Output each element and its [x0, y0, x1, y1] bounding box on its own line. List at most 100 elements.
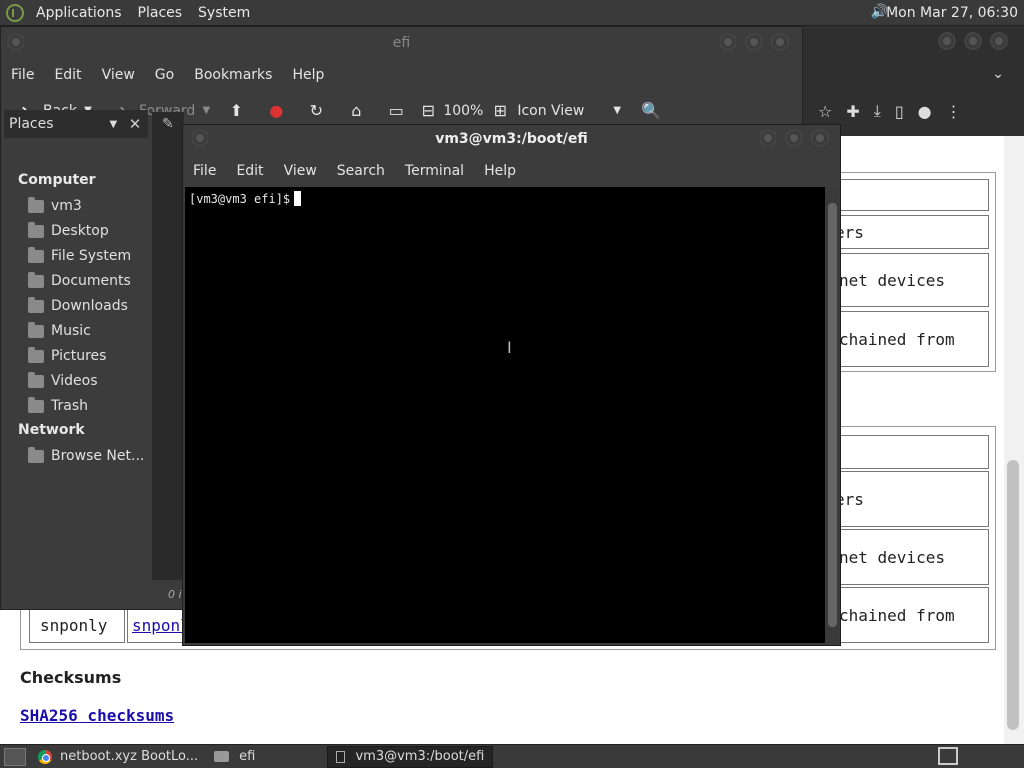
top-panel: Applications Places System 🔊 Mon Mar 27,…	[0, 0, 1024, 26]
menu-view[interactable]: View	[92, 67, 145, 83]
zoom-out-icon[interactable]: ⊟	[417, 100, 439, 122]
menu-file[interactable]: File	[1, 67, 44, 83]
table-cell: chained from	[835, 587, 989, 643]
folder-icon	[214, 751, 230, 762]
minimize-button[interactable]	[719, 33, 737, 51]
edit-location-icon[interactable]: ✎	[162, 116, 174, 132]
trash-icon	[28, 396, 44, 413]
up-icon[interactable]: ⬆	[225, 100, 247, 122]
fm-window-controls	[719, 33, 789, 51]
show-desktop-icon[interactable]	[4, 747, 26, 766]
table-cell: snponly	[29, 607, 125, 643]
file-view-pane[interactable]: ✎	[152, 112, 184, 580]
sidebar-item-vm3[interactable]: vm3	[28, 195, 82, 217]
menu-help[interactable]: Help	[282, 67, 334, 83]
text-cursor	[294, 191, 302, 206]
menu-go[interactable]: Go	[145, 67, 184, 83]
sidebar-item-documents[interactable]: Documents	[28, 270, 131, 292]
search-icon[interactable]: 🔍	[640, 100, 662, 122]
sidebar-item-videos[interactable]: Videos	[28, 370, 98, 392]
clock[interactable]: Mon Mar 27, 06:30	[886, 0, 1018, 26]
menu-terminal[interactable]: Terminal	[395, 163, 474, 179]
chevron-down-icon[interactable]: ⌄	[992, 66, 1004, 82]
system-menu[interactable]: System	[190, 5, 258, 21]
table-cell	[835, 435, 989, 469]
menu-search[interactable]: Search	[327, 163, 395, 179]
sidebar-item-downloads[interactable]: Downloads	[28, 295, 128, 317]
close-button[interactable]	[990, 32, 1008, 50]
sidebar-item-filesystem[interactable]: File System	[28, 245, 131, 267]
window-menu-button[interactable]	[191, 129, 209, 147]
sidebar-item-music[interactable]: Music	[28, 320, 91, 342]
ibeam-cursor-icon: I	[507, 338, 512, 357]
close-icon[interactable]: ✕	[124, 112, 146, 136]
maximize-button[interactable]	[964, 32, 982, 50]
table-cell	[835, 179, 989, 211]
window-menu-button[interactable]	[7, 33, 25, 51]
checksums-heading: Checksums	[20, 668, 122, 687]
sidebar-item-pictures[interactable]: Pictures	[28, 345, 106, 367]
distro-logo-icon[interactable]	[6, 3, 24, 22]
chevron-down-icon: ▼	[109, 118, 118, 130]
folder-icon	[28, 296, 44, 313]
stop-icon[interactable]: ●	[265, 100, 287, 122]
sidepanel-icon[interactable]: ▯	[895, 102, 904, 121]
menu-file[interactable]: File	[183, 163, 226, 179]
computer-heading: Computer	[18, 172, 96, 188]
maximize-button[interactable]	[785, 129, 803, 147]
places-menu[interactable]: Places	[130, 5, 191, 21]
window-title: vm3@vm3:/boot/efi	[435, 131, 588, 147]
menu-edit[interactable]: Edit	[44, 67, 91, 83]
window-title: efi	[1, 27, 802, 59]
drive-icon	[28, 246, 44, 263]
menu-edit[interactable]: Edit	[226, 163, 273, 179]
menu-bookmarks[interactable]: Bookmarks	[184, 67, 282, 83]
computer-icon[interactable]: ▭	[385, 100, 407, 122]
sidebar-item-browse-network[interactable]: Browse Net...	[28, 445, 144, 467]
folder-icon	[28, 271, 44, 288]
star-icon[interactable]: ☆	[818, 102, 832, 121]
terminal-window: vm3@vm3:/boot/efi File Edit View Search …	[182, 124, 841, 646]
table-cell: net devices	[835, 529, 989, 585]
minimize-button[interactable]	[759, 129, 777, 147]
applications-menu[interactable]: Applications	[28, 5, 130, 21]
snponly-link[interactable]: snponl	[127, 607, 190, 643]
sidebar-item-desktop[interactable]: Desktop	[28, 220, 109, 242]
chevron-down-icon[interactable]: ▼	[606, 100, 628, 122]
taskbar-item-terminal[interactable]: vm3@vm3:/boot/efi	[327, 745, 494, 768]
terminal-scrollbar-thumb[interactable]	[828, 203, 837, 627]
view-mode-select[interactable]: Icon View	[517, 103, 584, 119]
reload-icon[interactable]: ↻	[305, 100, 327, 122]
bottom-taskbar: netboot.xyz BootLo... efi vm3@vm3:/boot/…	[0, 744, 1024, 768]
workspace-switcher[interactable]	[938, 747, 958, 765]
table-cell: net devices	[835, 253, 989, 307]
zoom-level: 100%	[443, 103, 484, 119]
maximize-button[interactable]	[745, 33, 763, 51]
profile-icon[interactable]: ●	[918, 102, 932, 121]
page-scrollbar-thumb[interactable]	[1007, 460, 1019, 730]
taskbar-item-browser[interactable]: netboot.xyz BootLo...	[30, 746, 206, 768]
browser-window-controls	[938, 32, 1008, 50]
network-heading: Network	[18, 422, 85, 438]
more-menu-icon[interactable]: ⋮	[946, 102, 962, 121]
home-icon[interactable]: ⌂	[345, 100, 367, 122]
close-button[interactable]	[771, 33, 789, 51]
fm-status-text: 0 i	[168, 588, 182, 601]
zoom-in-icon[interactable]: ⊞	[489, 100, 511, 122]
menu-view[interactable]: View	[274, 163, 327, 179]
minimize-button[interactable]	[938, 32, 956, 50]
terminal-screen[interactable]: [vm3@vm3 efi]$ I	[185, 187, 825, 643]
sha256-link[interactable]: SHA256 checksums	[20, 706, 174, 725]
close-button[interactable]	[811, 129, 829, 147]
chevron-down-icon[interactable]: ▼	[195, 100, 217, 122]
table-cell: ers	[835, 215, 989, 249]
places-label: Places	[9, 116, 54, 132]
top-menus: Applications Places System	[28, 0, 258, 26]
menu-help[interactable]: Help	[474, 163, 526, 179]
extensions-icon[interactable]: ✚	[846, 102, 859, 121]
terminal-menubar: File Edit View Search Terminal Help	[183, 159, 840, 183]
sidebar-item-trash[interactable]: Trash	[28, 395, 88, 417]
download-icon[interactable]: ⤓	[874, 101, 881, 121]
terminal-icon	[336, 750, 346, 763]
taskbar-item-efi[interactable]: efi	[206, 746, 263, 768]
